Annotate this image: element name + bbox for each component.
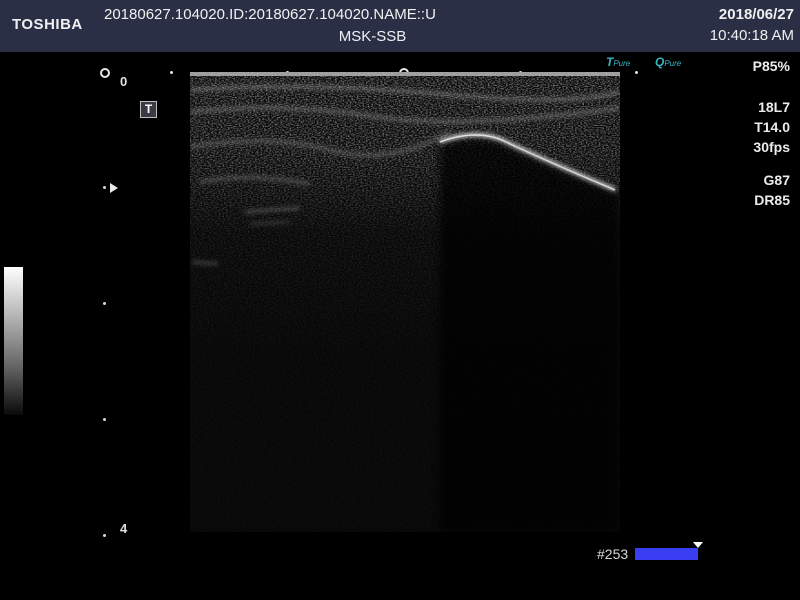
exam-date: 2018/06/27 — [718, 6, 794, 23]
depth-origin-marker — [100, 68, 110, 78]
power-readout: P85% — [752, 58, 790, 74]
text-annotation-icon[interactable]: T — [140, 101, 157, 118]
probe-readout: 18L7 — [758, 99, 790, 115]
depth-label-bottom: 4 — [120, 521, 128, 536]
focus-marker-icon[interactable] — [110, 183, 118, 193]
differential-thi-logo: TPure — [606, 55, 631, 69]
patient-info: 20180627.104020.ID:20180627.104020.NAME:… — [104, 6, 436, 23]
dynamic-range-readout: DR85 — [754, 192, 790, 208]
exam-time: 10:40:18 AM — [709, 27, 794, 44]
depth-tick — [103, 418, 106, 421]
header-bar: TOSHIBA 20180627.104020.ID:20180627.1040… — [0, 0, 800, 52]
gain-readout: G87 — [763, 172, 790, 188]
depth-tick — [103, 302, 106, 305]
ultrasound-screen: TOSHIBA 20180627.104020.ID:20180627.1040… — [0, 0, 800, 600]
exam-preset: MSK-SSB — [338, 28, 407, 45]
depth-tick — [103, 534, 106, 537]
apure-logo: QPure — [655, 55, 682, 69]
depth-label-top: 0 — [120, 74, 128, 89]
frequency-readout: T14.0 — [754, 119, 790, 135]
acoustic-shadow — [440, 139, 620, 532]
grayscale-bar — [4, 267, 23, 415]
cine-progress-bar[interactable] — [635, 548, 698, 560]
lateral-tick — [635, 71, 638, 74]
cine-position-marker-icon[interactable] — [693, 542, 703, 548]
frame-rate-readout: 30fps — [753, 139, 790, 155]
frame-number: #253 — [597, 546, 629, 562]
ultrasound-image[interactable] — [190, 72, 620, 532]
lateral-tick — [170, 71, 173, 74]
skin-line — [190, 72, 620, 76]
depth-tick — [103, 186, 106, 189]
